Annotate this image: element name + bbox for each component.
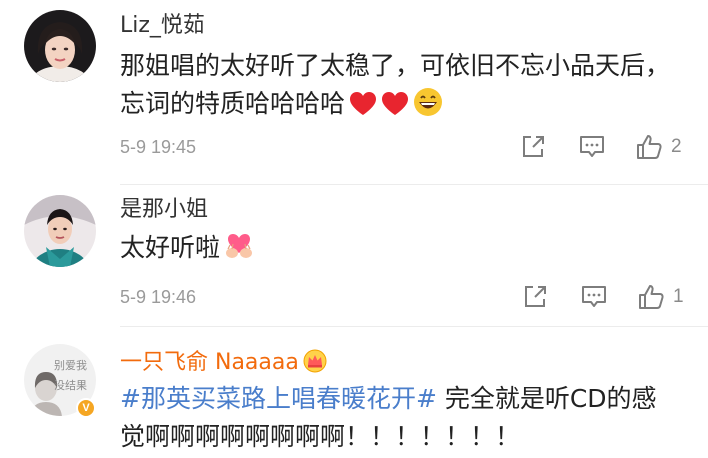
heart-hands-emoji-icon <box>224 231 254 272</box>
topic-hashtag-link[interactable]: #那英买菜路上唱春暖花开# <box>120 384 437 413</box>
comment-item: 是那小姐 太好听啦 5-9 19:46 1 <box>0 185 708 335</box>
comment-text: 那姐唱的太好听了太稳了，可依旧不忘小品天后，忘词的特质哈哈哈哈 <box>120 47 680 128</box>
comment-icon <box>580 136 604 157</box>
share-button[interactable] <box>520 132 546 162</box>
username-text: 一只飞俞 Naaaaa <box>120 350 299 375</box>
red-heart-emoji-icon <box>349 90 377 128</box>
share-icon <box>523 136 544 157</box>
share-icon <box>525 286 546 307</box>
verified-badge: V <box>76 398 96 418</box>
thumbs-up-icon <box>639 285 664 309</box>
red-heart-emoji-icon <box>381 90 409 128</box>
timestamp: 5-9 19:46 <box>120 287 197 307</box>
comment-body: 太好听啦 <box>120 233 221 262</box>
comment-text: 太好听啦 <box>120 229 680 272</box>
comment-text: #那英买菜路上唱春暖花开# 完全就是听CD的感觉啊啊啊啊啊啊啊啊！！！！！！！ <box>120 380 680 456</box>
username[interactable]: 是那小姐 <box>120 197 208 223</box>
comment-meta: 5-9 19:45 2 <box>120 132 688 162</box>
comment-meta: 5-9 19:46 1 <box>120 282 688 312</box>
avatar[interactable] <box>24 195 96 267</box>
like-count: 1 <box>673 286 684 307</box>
grinning-face-emoji-icon <box>413 87 443 128</box>
comment-item: 别爱我 没结果 V 一只飞俞 Naaaaa #那英买菜路上唱春暖花开# 完全就是… <box>0 327 708 458</box>
verified-check-icon: V <box>82 402 90 414</box>
crown-badge-icon <box>303 349 327 380</box>
like-count: 2 <box>671 136 682 157</box>
username[interactable]: Liz_悦茹 <box>120 13 205 39</box>
comment-icon <box>582 286 606 307</box>
reply-button[interactable] <box>578 132 606 162</box>
avatar[interactable] <box>24 10 96 82</box>
like-button[interactable]: 2 <box>635 132 682 162</box>
timestamp: 5-9 19:45 <box>120 137 197 157</box>
thumbs-up-icon <box>637 135 662 159</box>
reply-button[interactable] <box>580 282 608 312</box>
like-button[interactable]: 1 <box>637 282 684 312</box>
share-button[interactable] <box>522 282 548 312</box>
comment-item: Liz_悦茹 那姐唱的太好听了太稳了，可依旧不忘小品天后，忘词的特质哈哈哈哈 5… <box>0 0 708 170</box>
username[interactable]: 一只飞俞 Naaaaa <box>120 349 327 380</box>
avatar-text: 别爱我 没结果 <box>54 359 87 392</box>
